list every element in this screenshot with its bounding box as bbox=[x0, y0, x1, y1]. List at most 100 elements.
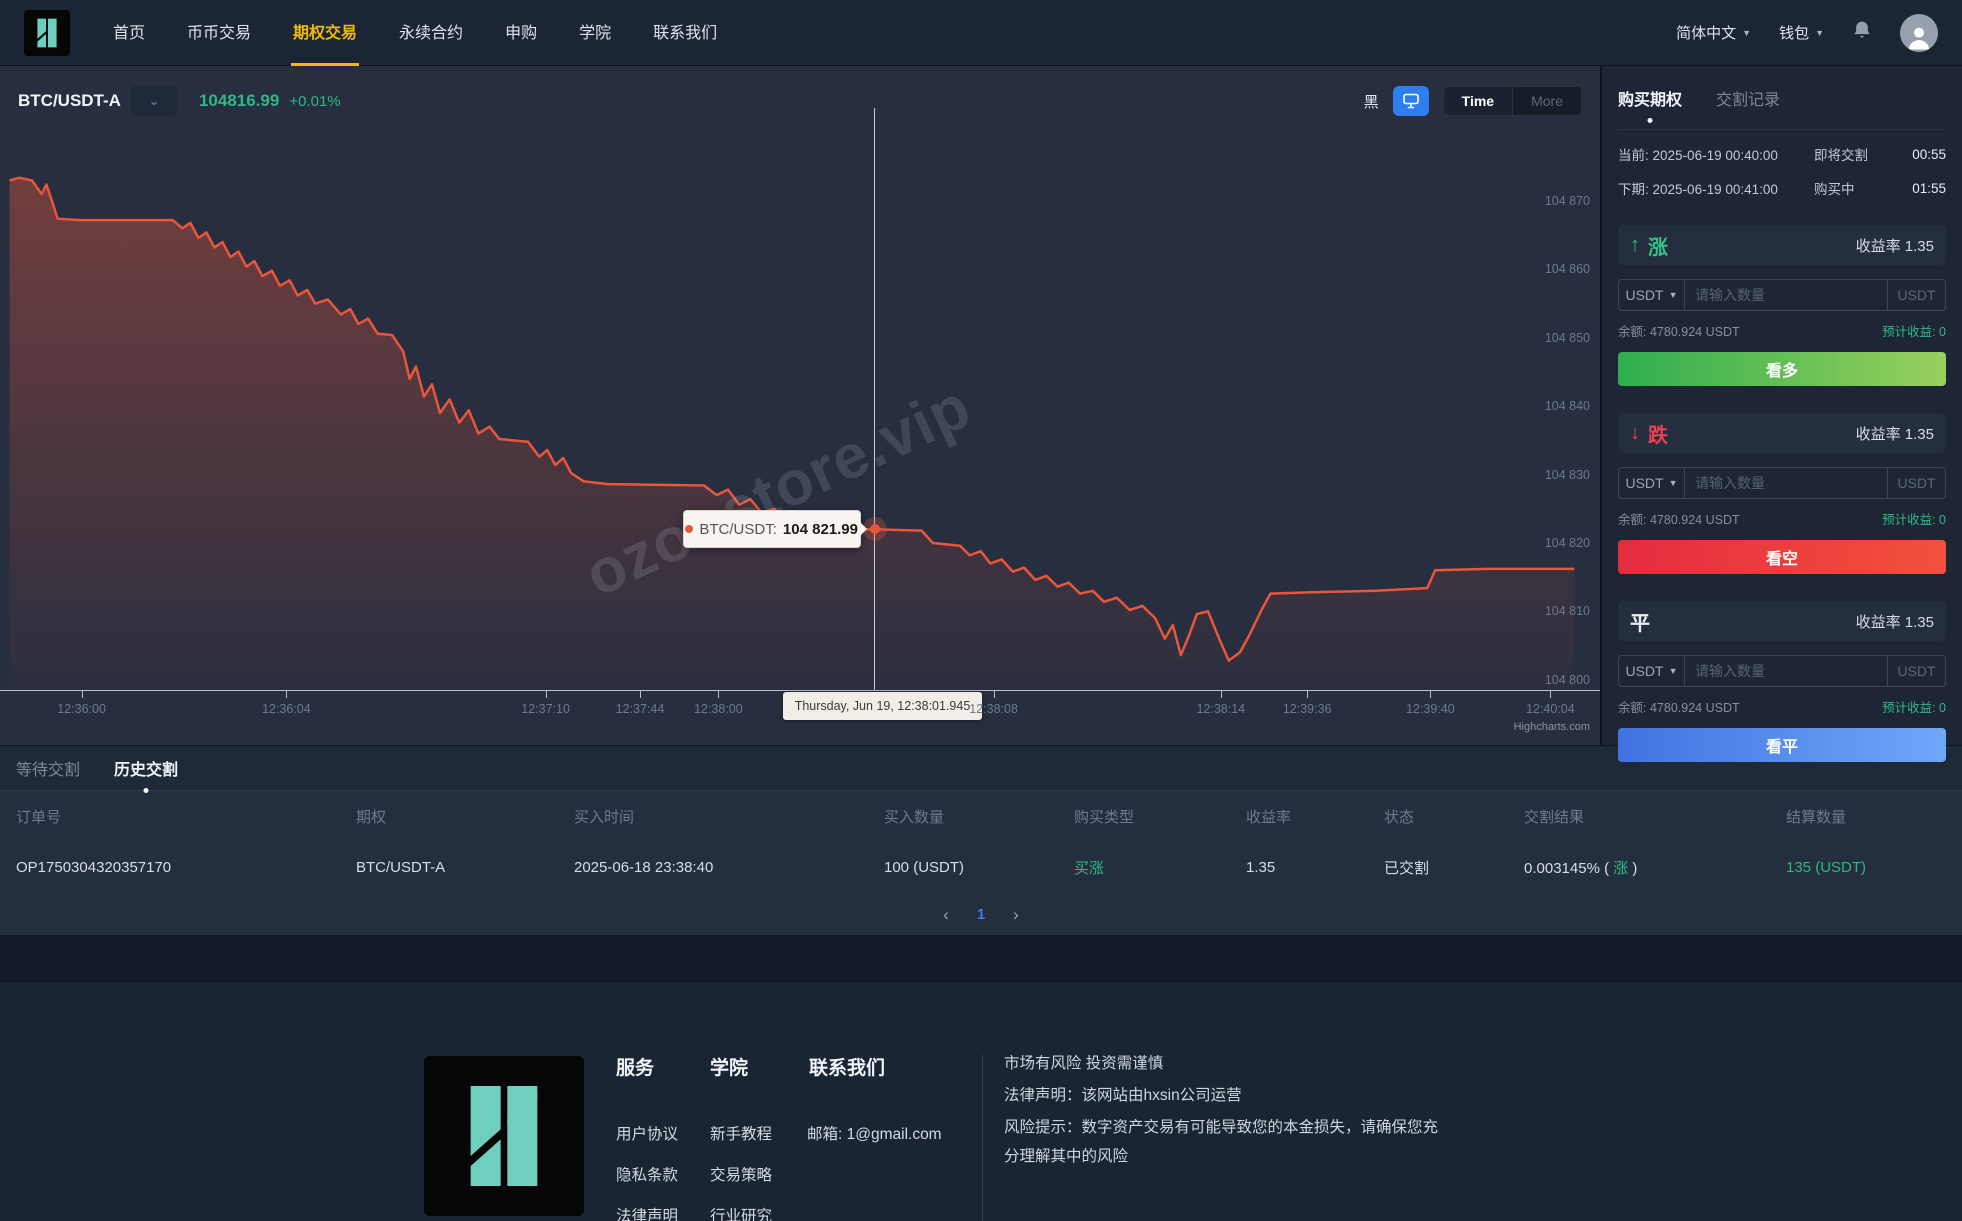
amount-input[interactable] bbox=[1685, 280, 1887, 310]
countdown: 00:55 bbox=[1912, 146, 1946, 162]
buy-short-button[interactable]: 看空 bbox=[1618, 540, 1946, 574]
cell-order-id: OP1750304320357170 bbox=[16, 858, 172, 876]
top-nav: 首页 币币交易 期权交易 永续合约 申购 学院 联系我们 简体中文 ▼ 钱包 ▼ bbox=[0, 0, 1962, 66]
nav-right: 简体中文 ▼ 钱包 ▼ bbox=[1676, 13, 1938, 52]
chart-style-button[interactable] bbox=[1392, 86, 1429, 116]
countdown: 01:55 bbox=[1912, 180, 1946, 196]
currency-select[interactable]: USDT ▼ bbox=[1619, 468, 1685, 498]
active-tab-dot bbox=[143, 788, 149, 793]
tab-delivery-records[interactable]: 交割记录 bbox=[1716, 86, 1780, 110]
col-rate: 收益率 bbox=[1246, 808, 1292, 826]
crosshair-line bbox=[874, 108, 876, 690]
notification-bell-icon[interactable] bbox=[1852, 19, 1872, 46]
nav-item-contact[interactable]: 联系我们 bbox=[651, 0, 719, 66]
x-axis-tick bbox=[718, 691, 720, 698]
main-content: BTC/USDT-A ⌄ 104816.99 +0.01% 黑 Time Mor… bbox=[0, 66, 1962, 762]
x-axis-tick bbox=[286, 691, 288, 698]
nav-item-perpetual[interactable]: 永续合约 bbox=[397, 0, 465, 66]
amount-input[interactable] bbox=[1685, 656, 1887, 686]
col-settlement: 结算数量 bbox=[1786, 808, 1847, 826]
table-header: 订单号 期权 买入时间 买入数量 购买类型 收益率 状态 交割结果 结算数量 bbox=[0, 791, 1962, 841]
currency-select[interactable]: USDT ▼ bbox=[1619, 280, 1685, 310]
nav-item-options[interactable]: 期权交易 bbox=[291, 0, 360, 66]
footer-link-trading-strategy[interactable]: 交易策略 bbox=[710, 1163, 772, 1185]
highcharts-credit[interactable]: Highcharts.com bbox=[1514, 721, 1590, 733]
section-flat: 平 收益率 1.35 USDT▼ USDT 余额: 4780.924 USDT … bbox=[1618, 601, 1946, 762]
tooltip-series-label: BTC/USDT: bbox=[699, 520, 777, 538]
x-axis: Thursday, Jun 19, 12:38:01.945 Highchart… bbox=[0, 690, 1600, 745]
footer-link-beginner-tutorial[interactable]: 新手教程 bbox=[710, 1122, 772, 1144]
tab-pending-delivery[interactable]: 等待交割 bbox=[16, 756, 80, 780]
tab-more[interactable]: More bbox=[1512, 87, 1581, 115]
nav-item-home[interactable]: 首页 bbox=[111, 0, 147, 66]
range-tab-group: Time More bbox=[1442, 86, 1582, 116]
price-change: +0.01% bbox=[289, 92, 341, 110]
nav-item-spot[interactable]: 币币交易 bbox=[185, 0, 253, 66]
x-axis-label: 12:38:08 bbox=[969, 702, 1018, 716]
main-menu: 首页 币币交易 期权交易 永续合约 申购 学院 联系我们 bbox=[92, 0, 738, 66]
col-result: 交割结果 bbox=[1524, 808, 1585, 826]
table-row[interactable]: OP1750304320357170 BTC/USDT-A 2025-06-18… bbox=[0, 841, 1962, 893]
footer-link-user-agreement[interactable]: 用户协议 bbox=[616, 1122, 678, 1144]
hover-marker bbox=[869, 524, 880, 535]
orders-section: 等待交割 历史交割 订单号 期权 买入时间 买入数量 购买类型 收益率 状态 交… bbox=[0, 745, 1962, 935]
tab-time[interactable]: Time bbox=[1443, 87, 1513, 115]
section-down: ↓跌 收益率 1.35 USDT▼ USDT 余额: 4780.924 USDT… bbox=[1618, 413, 1946, 574]
next-page-button[interactable]: › bbox=[1013, 905, 1019, 925]
x-axis-label: 12:37:10 bbox=[521, 702, 570, 716]
prev-page-button[interactable]: ‹ bbox=[943, 905, 949, 925]
language-dropdown[interactable]: 简体中文 ▼ bbox=[1676, 22, 1751, 43]
footer-divider bbox=[982, 1055, 983, 1221]
series-area bbox=[9, 177, 1575, 690]
amount-input-group: USDT▼ USDT bbox=[1618, 279, 1946, 311]
tab-history-delivery[interactable]: 历史交割 bbox=[114, 756, 178, 793]
wallet-dropdown[interactable]: 钱包 ▼ bbox=[1779, 22, 1824, 43]
currency-suffix: USDT bbox=[1887, 656, 1945, 686]
x-axis-label: 12:36:04 bbox=[262, 702, 311, 716]
symbol-dropdown[interactable]: ⌄ bbox=[130, 86, 177, 116]
col-amount: 买入数量 bbox=[884, 808, 945, 826]
x-axis-tick bbox=[1430, 691, 1432, 698]
cell-rate: 1.35 bbox=[1246, 858, 1276, 876]
section-up-title: ↑ 涨 收益率 1.35 bbox=[1618, 225, 1946, 265]
nav-item-academy[interactable]: 学院 bbox=[577, 0, 613, 66]
tab-buy-options[interactable]: 购买期权 bbox=[1618, 86, 1682, 123]
arrow-down-icon: ↓ bbox=[1630, 421, 1640, 444]
brand-logo[interactable] bbox=[24, 9, 70, 56]
cell-settlement: 135 (USDT) bbox=[1786, 858, 1867, 876]
x-axis-label: 12:38:14 bbox=[1196, 702, 1246, 716]
x-axis-tick bbox=[993, 691, 995, 698]
footer-link-industry-research[interactable]: 行业研究 bbox=[710, 1204, 772, 1221]
current-price: 104816.99 bbox=[198, 91, 280, 110]
y-axis-label: 104 850 bbox=[1544, 330, 1590, 345]
y-axis-label: 104 870 bbox=[1544, 193, 1590, 208]
col-order-id: 订单号 bbox=[16, 808, 62, 826]
active-tab-dot bbox=[1647, 117, 1653, 123]
chevron-down-icon: ▼ bbox=[1668, 478, 1678, 488]
x-axis-tick bbox=[81, 691, 83, 698]
chart-plot-area[interactable]: 104 870 104 860 104 850 104 840 104 830 104 8… bbox=[0, 108, 1600, 690]
footer-contact-email[interactable]: 邮箱: 1@gmail.com bbox=[807, 1122, 942, 1144]
footer-link-privacy[interactable]: 隐私条款 bbox=[616, 1163, 678, 1185]
nav-item-subscribe[interactable]: 申购 bbox=[503, 0, 539, 66]
buy-long-button[interactable]: 看多 bbox=[1618, 352, 1946, 386]
chevron-down-icon: ⌄ bbox=[148, 93, 160, 108]
y-axis-label: 104 800 bbox=[1544, 672, 1590, 687]
col-status: 状态 bbox=[1384, 808, 1415, 826]
x-axis-tick bbox=[1307, 691, 1309, 698]
currency-select[interactable]: USDT ▼ bbox=[1619, 656, 1685, 686]
footer-col-services: 服务 bbox=[616, 1058, 655, 1079]
page-number[interactable]: 1 bbox=[977, 906, 985, 923]
x-axis-label: 12:37:44 bbox=[615, 702, 665, 716]
cell-buy-time: 2025-06-18 23:38:40 bbox=[574, 858, 714, 876]
amount-input[interactable] bbox=[1685, 468, 1887, 498]
user-avatar[interactable] bbox=[1900, 13, 1938, 52]
footer-link-legal[interactable]: 法律声明 bbox=[616, 1204, 678, 1221]
theme-label[interactable]: 黑 bbox=[1364, 91, 1379, 112]
section-flat-title: 平 收益率 1.35 bbox=[1618, 601, 1946, 641]
cell-result: 0.003145% ( 涨 ) bbox=[1524, 859, 1638, 877]
buy-flat-button[interactable]: 看平 bbox=[1618, 728, 1946, 762]
x-axis-label: 12:39:40 bbox=[1406, 702, 1455, 716]
spacer-band bbox=[0, 935, 1962, 983]
chart-controls: 黑 Time More bbox=[1364, 86, 1582, 116]
